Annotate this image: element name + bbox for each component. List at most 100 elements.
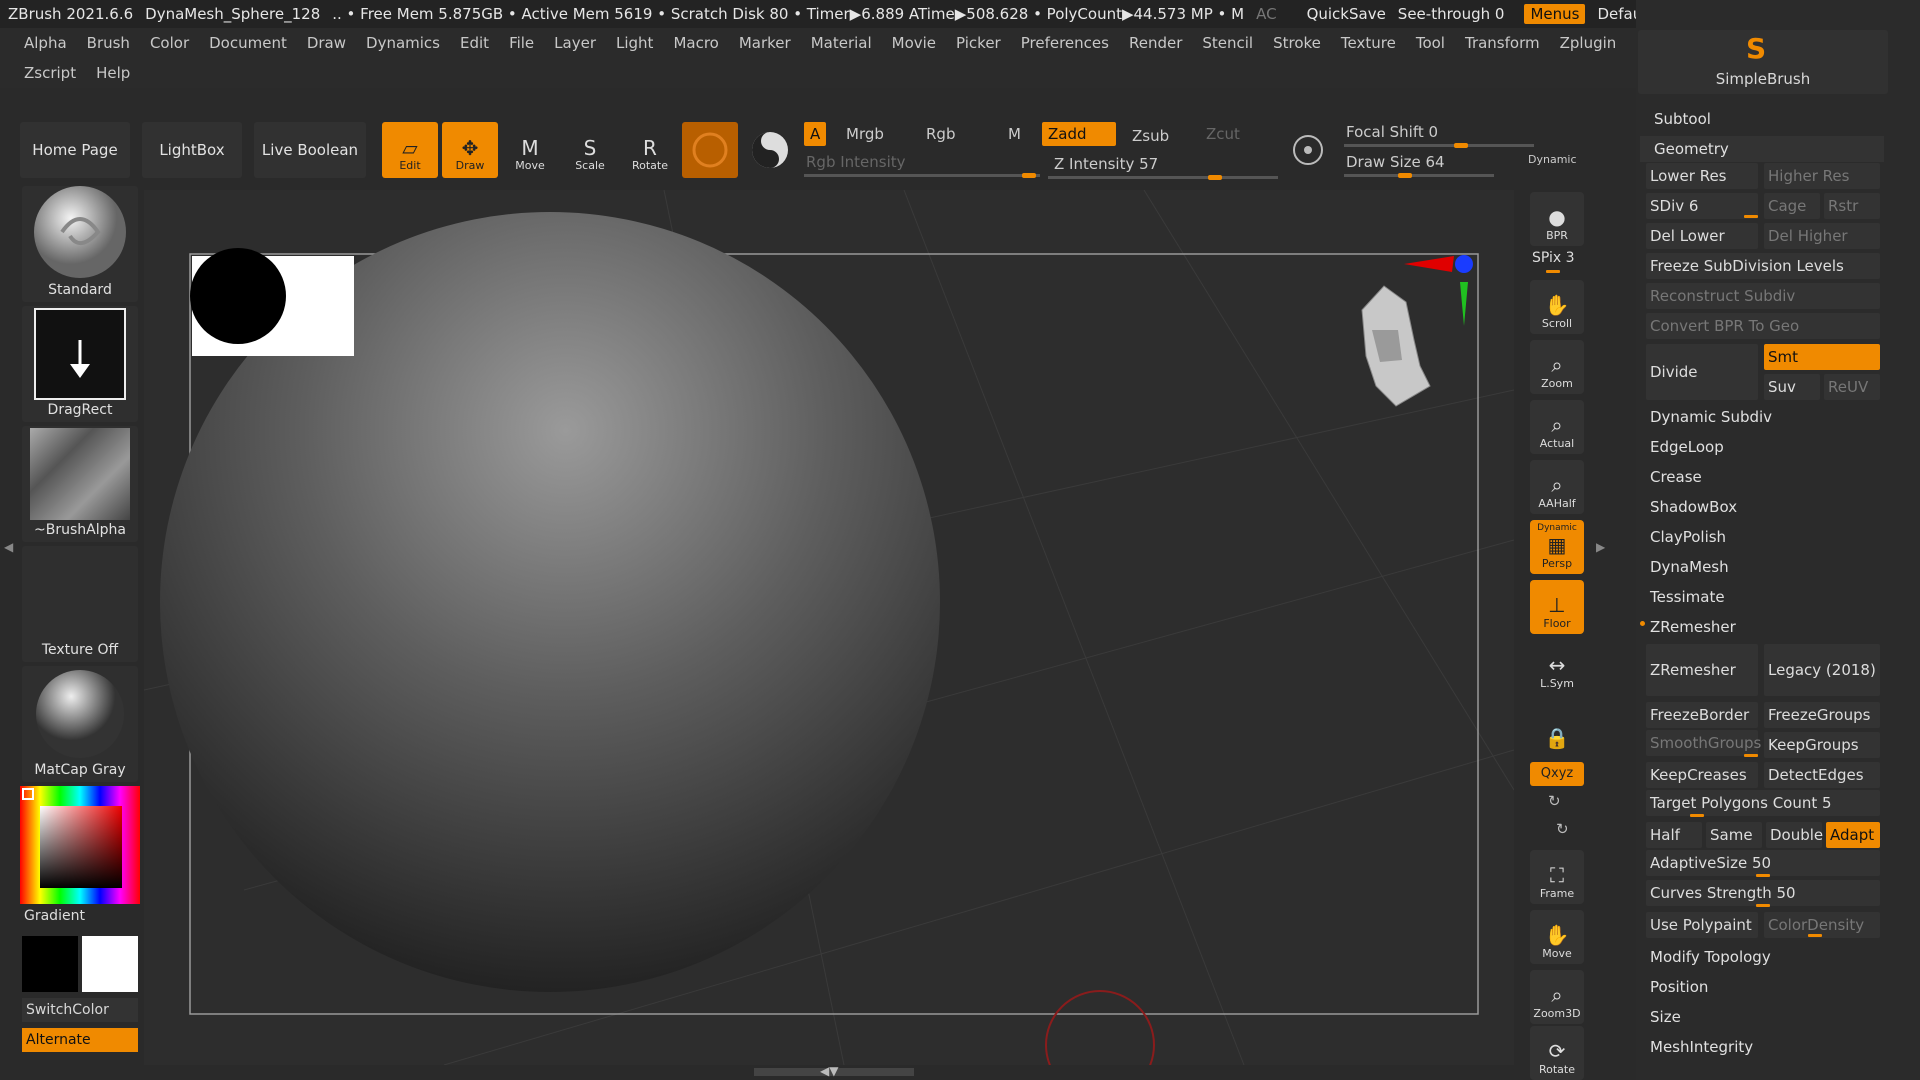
zadd-toggle[interactable]: Zadd (1042, 122, 1116, 146)
lower-res-button[interactable]: Lower Res (1646, 163, 1758, 189)
stroke-slot[interactable]: DragRect (22, 306, 138, 422)
live-boolean-tab[interactable]: Live Boolean (254, 122, 366, 178)
actual-button[interactable]: ⌕ Actual (1530, 400, 1584, 454)
left-tray-arrow-icon[interactable]: ◀ (4, 540, 13, 554)
zoom-button[interactable]: ⌕ Zoom (1530, 340, 1584, 394)
secondary-color-swatch[interactable] (82, 936, 138, 992)
menu-alpha[interactable]: Alpha (24, 34, 67, 52)
detectedges-toggle[interactable]: DetectEdges (1764, 762, 1880, 788)
zsub-toggle[interactable]: Zsub (1126, 124, 1175, 148)
draw-size-slider[interactable]: Draw Size 64 (1340, 150, 1451, 174)
menu-light[interactable]: Light (616, 34, 653, 52)
crease-header[interactable]: Crease (1648, 464, 1880, 490)
mrgb-toggle[interactable]: Mrgb (840, 122, 890, 146)
brush-preview-icon[interactable] (682, 122, 738, 178)
menu-movie[interactable]: Movie (892, 34, 936, 52)
dynamic-subdiv-header[interactable]: Dynamic Subdiv (1648, 404, 1880, 430)
use-polypaint-toggle[interactable]: Use Polypaint (1646, 912, 1758, 938)
primary-color-swatch[interactable] (22, 936, 78, 992)
a-toggle[interactable]: A (804, 122, 827, 146)
modify-topology-header[interactable]: Modify Topology (1648, 944, 1880, 970)
menu-render[interactable]: Render (1129, 34, 1182, 52)
home-page-tab[interactable]: Home Page (20, 122, 130, 178)
zremesher-header[interactable]: ZRemesher (1648, 614, 1880, 640)
divide-button[interactable]: Divide (1646, 344, 1758, 400)
lock-button[interactable]: 🔒 (1530, 700, 1584, 754)
ac-label[interactable]: AC (1256, 5, 1276, 23)
reuv-button[interactable]: ReUV (1824, 374, 1880, 400)
floor-button[interactable]: ⊥ Floor (1530, 580, 1584, 634)
menu-zscript[interactable]: Zscript (24, 64, 76, 82)
target-polygons-slider[interactable]: Target Polygons Count 5 (1646, 790, 1880, 816)
freeze-subdiv-button[interactable]: Freeze SubDivision Levels (1646, 253, 1880, 279)
gradient-label[interactable]: Gradient (24, 908, 85, 924)
menu-preferences[interactable]: Preferences (1021, 34, 1109, 52)
curves-strength-slider[interactable]: Curves Strength 50 (1646, 880, 1880, 906)
z-axis-icon[interactable] (1455, 255, 1473, 273)
subtool-header[interactable]: Subtool (1652, 106, 1884, 132)
menu-file[interactable]: File (509, 34, 534, 52)
del-lower-button[interactable]: Del Lower (1646, 223, 1758, 249)
scale-button[interactable]: S Scale (562, 122, 618, 178)
focal-shift-knob[interactable] (1454, 143, 1468, 148)
alpha-slot[interactable]: ~BrushAlpha (22, 426, 138, 542)
tessimate-header[interactable]: Tessimate (1648, 584, 1880, 610)
edit-button[interactable]: ▱ Edit (382, 122, 438, 178)
z-intensity-knob[interactable] (1208, 175, 1222, 180)
smoothgroups-slider[interactable]: SmoothGroups (1646, 730, 1761, 756)
sdiv-slider[interactable]: SDiv 6 (1646, 193, 1758, 219)
xyz-rotate-button[interactable]: Qxyz (1530, 762, 1584, 786)
convert-bpr-button[interactable]: Convert BPR To Geo (1646, 313, 1880, 339)
menu-edit[interactable]: Edit (460, 34, 489, 52)
dynamesh-header[interactable]: DynaMesh (1648, 554, 1880, 580)
z-rotate-icon[interactable]: ↻ (1556, 820, 1569, 838)
keepgroups-toggle[interactable]: KeepGroups (1764, 732, 1880, 758)
meshintegrity-header[interactable]: MeshIntegrity (1648, 1034, 1880, 1060)
quicksave-button[interactable]: QuickSave (1307, 5, 1386, 23)
y-rotate-icon[interactable]: ↻ (1548, 792, 1561, 810)
z-intensity-slider[interactable]: Z Intensity 57 (1048, 152, 1164, 176)
menu-stencil[interactable]: Stencil (1202, 34, 1253, 52)
color-picker[interactable] (20, 786, 140, 904)
rotate-button[interactable]: R Rotate (622, 122, 678, 178)
spix-slider[interactable]: SPix 3 (1532, 250, 1575, 266)
colordensity-slider[interactable]: ColorDensity (1764, 912, 1880, 938)
menus-button[interactable]: Menus (1524, 4, 1586, 24)
menu-color[interactable]: Color (150, 34, 189, 52)
freezeborder-toggle[interactable]: FreezeBorder (1646, 702, 1758, 728)
seethrough-slider[interactable]: See-through 0 (1398, 5, 1505, 23)
lightbox-tab[interactable]: LightBox (142, 122, 242, 178)
lazy-mouse-icon[interactable] (1290, 130, 1330, 170)
del-higher-button[interactable]: Del Higher (1764, 223, 1880, 249)
draw-button[interactable]: ✥ Draw (442, 122, 498, 178)
keepcreases-toggle[interactable]: KeepCreases (1646, 762, 1758, 788)
geometry-header[interactable]: Geometry (1640, 136, 1884, 162)
claypolish-header[interactable]: ClayPolish (1648, 524, 1880, 550)
half-button[interactable]: Half (1646, 822, 1702, 848)
material-slot[interactable]: MatCap Gray (22, 666, 138, 782)
menu-brush[interactable]: Brush (87, 34, 130, 52)
menu-zplugin[interactable]: Zplugin (1560, 34, 1617, 52)
draw-size-knob[interactable] (1398, 173, 1412, 178)
rgb-intensity-slider[interactable]: Rgb Intensity (800, 150, 912, 174)
edgeloop-header[interactable]: EdgeLoop (1648, 434, 1880, 460)
menu-dynamics[interactable]: Dynamics (366, 34, 440, 52)
menu-macro[interactable]: Macro (673, 34, 718, 52)
freezegroups-toggle[interactable]: FreezeGroups (1764, 702, 1880, 728)
frame-button[interactable]: ⛶ Frame (1530, 850, 1584, 904)
menu-picker[interactable]: Picker (956, 34, 1001, 52)
menu-material[interactable]: Material (811, 34, 872, 52)
move-button[interactable]: M Move (502, 122, 558, 178)
rgb-toggle[interactable]: Rgb (920, 122, 961, 146)
lsym-button[interactable]: ↔ L.Sym (1530, 640, 1584, 694)
suv-toggle[interactable]: Suv (1764, 374, 1820, 400)
menu-document[interactable]: Document (209, 34, 287, 52)
dynamic-toggle[interactable]: Dynamic (1522, 148, 1583, 172)
menu-draw[interactable]: Draw (307, 34, 346, 52)
rotate-view-button[interactable]: ⟳ Rotate (1530, 1026, 1584, 1080)
menu-marker[interactable]: Marker (739, 34, 791, 52)
position-header[interactable]: Position (1648, 974, 1880, 1000)
x-axis-icon[interactable] (1404, 256, 1454, 272)
color-square[interactable] (40, 806, 122, 888)
legacy-button[interactable]: Legacy (2018) (1764, 644, 1880, 696)
